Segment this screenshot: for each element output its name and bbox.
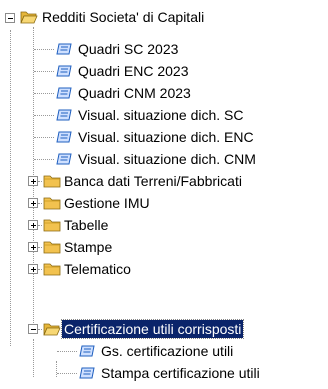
- tree-connector: [34, 115, 54, 116]
- expand-toggle[interactable]: [28, 242, 38, 252]
- tree-item-quadri-enc[interactable]: Quadri ENC 2023: [0, 60, 191, 82]
- expand-toggle[interactable]: [28, 176, 38, 186]
- expand-toggle[interactable]: [28, 264, 38, 274]
- open-folder-icon: [43, 323, 61, 336]
- tree-label: Telematico: [64, 261, 131, 277]
- tree-connector: [34, 93, 54, 94]
- tree-label: Quadri ENC 2023: [78, 63, 189, 79]
- expand-toggle[interactable]: [28, 220, 38, 230]
- open-folder-icon: [20, 11, 38, 24]
- tree-label: Gestione IMU: [64, 195, 150, 211]
- tree-label: Stampa certificazione utili: [101, 365, 260, 381]
- tree-node-root[interactable]: Redditi Societa' di Capitali: [0, 6, 206, 28]
- form-icon: [56, 65, 72, 77]
- tree-item-stampa-certificazione[interactable]: Stampa certificazione utili: [0, 362, 262, 384]
- closed-folder-icon: [43, 197, 61, 210]
- tree-connector: [34, 159, 54, 160]
- tree-node-stampe[interactable]: Stampe: [0, 236, 114, 258]
- tree-label: Banca dati Terreni/Fabbricati: [64, 173, 242, 189]
- form-icon: [79, 345, 95, 357]
- closed-folder-icon: [43, 263, 61, 276]
- tree-item-quadri-sc[interactable]: Quadri SC 2023: [0, 38, 180, 60]
- collapse-toggle[interactable]: [5, 13, 15, 23]
- tree-connector: [38, 329, 42, 330]
- tree-label: Quadri CNM 2023: [78, 85, 191, 101]
- tree-connector: [34, 49, 54, 50]
- tree-node-gestione-imu[interactable]: Gestione IMU: [0, 192, 152, 214]
- tree-item-visual-sc[interactable]: Visual. situazione dich. SC: [0, 104, 246, 126]
- tree-node-tabelle[interactable]: Tabelle: [0, 214, 110, 236]
- tree-label: Redditi Societa' di Capitali: [42, 9, 205, 25]
- tree-node-banca-dati[interactable]: Banca dati Terreni/Fabbricati: [0, 170, 244, 192]
- tree-node-certificazione-utili[interactable]: Certificazione utili corrisposti: [0, 318, 245, 340]
- closed-folder-icon: [43, 241, 61, 254]
- tree-label: Quadri SC 2023: [78, 41, 179, 57]
- expand-toggle[interactable]: [28, 198, 38, 208]
- tree-connector: [57, 373, 77, 374]
- tree-connector: [38, 225, 42, 226]
- form-icon: [56, 131, 72, 143]
- tree-label: Tabelle: [64, 217, 109, 233]
- closed-folder-icon: [43, 175, 61, 188]
- tree-label: Gs. certificazione utili: [101, 343, 234, 359]
- tree-item-visual-enc[interactable]: Visual. situazione dich. ENC: [0, 126, 256, 148]
- form-icon: [79, 367, 95, 379]
- tree-connector: [34, 71, 54, 72]
- tree-label: Stampe: [64, 239, 113, 255]
- tree-view: Redditi Societa' di Capitali Quadri SC 2…: [0, 0, 328, 389]
- tree-label: Certificazione utili corrisposti: [60, 319, 245, 339]
- tree-label: Visual. situazione dich. CNM: [78, 151, 256, 167]
- form-icon: [56, 109, 72, 121]
- tree-label: Visual. situazione dich. SC: [78, 107, 244, 123]
- tree-item-visual-cnm[interactable]: Visual. situazione dich. CNM: [0, 148, 258, 170]
- tree-connector: [38, 269, 42, 270]
- form-icon: [56, 153, 72, 165]
- tree-connector: [57, 351, 77, 352]
- form-icon: [56, 87, 72, 99]
- tree-connector: [38, 203, 42, 204]
- tree-node-telematico[interactable]: Telematico: [0, 258, 133, 280]
- tree-connector: [38, 247, 42, 248]
- form-icon: [56, 43, 72, 55]
- tree-item-quadri-cnm[interactable]: Quadri CNM 2023: [0, 82, 193, 104]
- tree-connector: [38, 181, 42, 182]
- collapse-toggle[interactable]: [28, 324, 38, 334]
- tree-item-gs-certificazione[interactable]: Gs. certificazione utili: [0, 340, 235, 362]
- tree-connector: [34, 137, 54, 138]
- tree-label: Visual. situazione dich. ENC: [78, 129, 254, 145]
- closed-folder-icon: [43, 219, 61, 232]
